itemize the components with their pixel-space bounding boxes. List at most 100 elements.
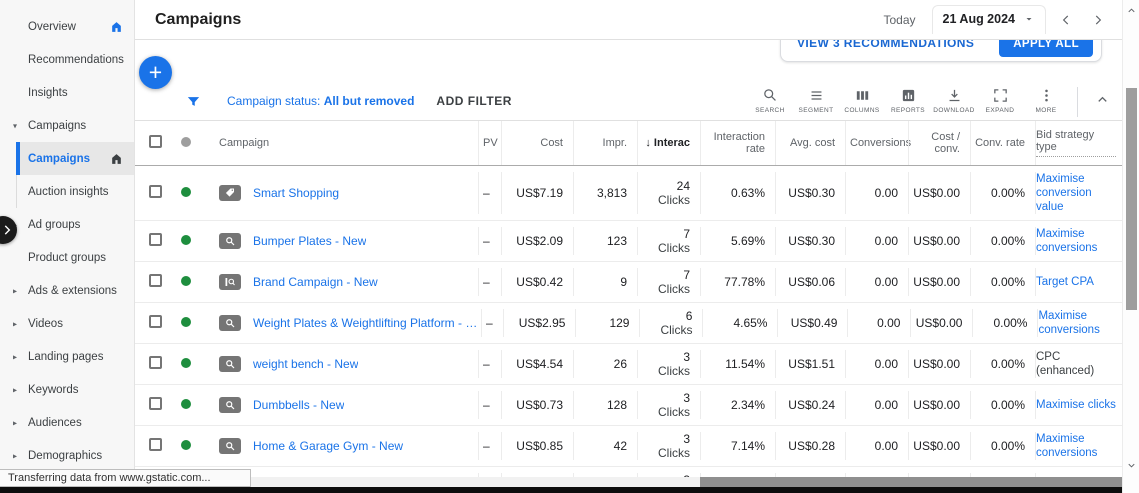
cell-pv: – [481,309,504,337]
next-period-button[interactable] [1086,8,1110,32]
expand-button[interactable]: EXPAND [977,87,1023,114]
collapse-panel-button[interactable] [1088,85,1116,113]
campaign-type-icon [219,185,241,201]
row-checkbox[interactable] [149,315,162,328]
sidebar-item[interactable]: ▸ Demographics [0,439,134,472]
cell-interaction-rate: 5.69% [700,227,775,255]
sidebar-item[interactable]: ▸ Ads & extensions [0,274,134,307]
cell-cost-conv: US$0.00 [908,432,970,460]
columns-icon [854,87,871,104]
cell-conv-rate: 0.00% [970,268,1035,296]
column-header-conv-rate[interactable]: Conv. rate [970,121,1035,165]
sidebar-item[interactable]: Product groups [0,241,134,274]
bid-strategy-link[interactable]: Maximise conversions [1036,432,1116,460]
column-header-campaign[interactable]: Campaign [205,137,478,149]
google-ads-app: Overview Recommendations Insights ▾ Camp… [0,0,1139,493]
sidebar-item[interactable]: Insights [0,76,134,109]
search-button[interactable]: SEARCH [747,87,793,114]
sidebar-item[interactable]: Overview [0,10,134,43]
campaign-name-link[interactable]: Home & Garage Gym - New [253,439,403,453]
status-dot-enabled[interactable] [181,317,191,327]
campaign-name-link[interactable]: Smart Shopping [253,186,339,200]
column-header-cost[interactable]: Cost [501,121,573,165]
column-header-pv[interactable]: PV [478,121,501,165]
sidebar-item[interactable]: ▸ Audiences [0,406,134,439]
vertical-scrollbar-thumb[interactable] [1126,88,1137,310]
bid-strategy-link[interactable]: Target CPA [1036,275,1094,289]
sidebar-item[interactable]: Auction insights [16,175,134,208]
vertical-scrollbar[interactable] [1122,0,1139,493]
sidebar-item-label: Insights [28,87,68,99]
reports-button[interactable]: REPORTS [885,87,931,114]
sidebar-item[interactable]: ▾ Campaigns [0,109,134,142]
bid-strategy-link[interactable]: Maximise conversions [1038,309,1116,337]
scroll-down-arrow[interactable] [1124,458,1139,473]
cell-interaction-rate: 11.54% [700,350,775,378]
campaign-name-link[interactable]: Weight Plates & Weightlifting Platform -… [253,316,481,330]
tool-label: SEARCH [755,107,785,114]
sidebar-item-label: Product groups [28,252,106,264]
bid-strategy-link[interactable]: Maximise clicks [1036,398,1116,412]
more-vertical-icon [1038,87,1055,104]
campaign-name-link[interactable]: weight bench - New [253,357,358,371]
column-header-conversions[interactable]: Conversions [845,121,908,165]
column-header-avg-cost[interactable]: Avg. cost [775,121,845,165]
horizontal-scrollbar[interactable] [251,477,1122,487]
tool-label: SEGMENT [799,107,834,114]
column-header-bid-strategy[interactable]: Bid strategy type [1035,121,1122,165]
row-checkbox[interactable] [149,438,162,451]
toolbar-divider [1077,87,1078,117]
sidebar-item[interactable]: Campaigns [16,142,134,175]
campaign-name-link[interactable]: Bumper Plates - New [253,234,366,248]
status-dot-enabled[interactable] [181,187,191,197]
sidebar-item[interactable]: ▸ Videos [0,307,134,340]
horizontal-scrollbar-thumb[interactable] [700,477,1122,487]
status-dot-enabled[interactable] [181,235,191,245]
expand-icon [992,87,1009,104]
row-checkbox[interactable] [149,356,162,369]
reports-icon [900,87,917,104]
add-filter-button[interactable]: ADD FILTER [436,94,511,108]
table-row: Bumper Plates - New – US$2.09 123 7Click… [135,221,1122,262]
row-checkbox[interactable] [149,397,162,410]
campaign-name-link[interactable]: Dumbbells - New [253,398,344,412]
cell-conv-rate: 0.00% [970,172,1035,214]
cell-interaction-rate: 2.34% [700,391,775,419]
tool-label: REPORTS [891,107,925,114]
segment-button[interactable]: SEGMENT [793,87,839,114]
tool-label: COLUMNS [844,107,879,114]
previous-period-button[interactable] [1054,8,1078,32]
row-checkbox[interactable] [149,185,162,198]
status-dot-enabled[interactable] [181,399,191,409]
sidebar-item[interactable]: ▸ Ad groups [0,208,134,241]
status-dot-enabled[interactable] [181,358,191,368]
column-header-interaction-rate[interactable]: Interaction rate [700,121,775,165]
column-header-interactions[interactable]: ↓ Interac [637,121,700,165]
download-button[interactable]: DOWNLOAD [931,87,977,114]
bid-strategy-link[interactable]: Maximise conversions [1036,227,1116,255]
row-checkbox[interactable] [149,233,162,246]
row-checkbox[interactable] [149,274,162,287]
caret-icon: ▸ [13,319,17,328]
scroll-up-arrow[interactable] [1124,3,1139,18]
cell-impr: 128 [573,391,637,419]
columns-button[interactable]: COLUMNS [839,87,885,114]
page-header: Campaigns Today 21 Aug 2024 [135,0,1122,40]
column-header-cost-conv[interactable]: Cost / conv. [908,121,970,165]
status-dot-enabled[interactable] [181,440,191,450]
campaign-status-filter[interactable]: Campaign status: All but removed [227,94,414,108]
cell-interactions: 24Clicks [637,172,700,214]
sidebar-item[interactable]: Recommendations [0,43,134,76]
more-button[interactable]: MORE [1023,87,1069,114]
campaign-name-link[interactable]: Brand Campaign - New [253,275,378,289]
bid-strategy-link[interactable]: Maximise conversion value [1036,172,1116,214]
bid-strategy-link[interactable]: CPC (enhanced) [1036,350,1116,378]
date-range-picker[interactable]: 21 Aug 2024 [932,5,1047,34]
new-campaign-button[interactable]: + [139,56,172,89]
cell-impr: 42 [573,432,637,460]
sidebar-item[interactable]: ▸ Keywords [0,373,134,406]
select-all-checkbox[interactable] [149,135,162,148]
sidebar-item[interactable]: ▸ Landing pages [0,340,134,373]
status-dot-enabled[interactable] [181,276,191,286]
column-header-impr[interactable]: Impr. [573,121,637,165]
